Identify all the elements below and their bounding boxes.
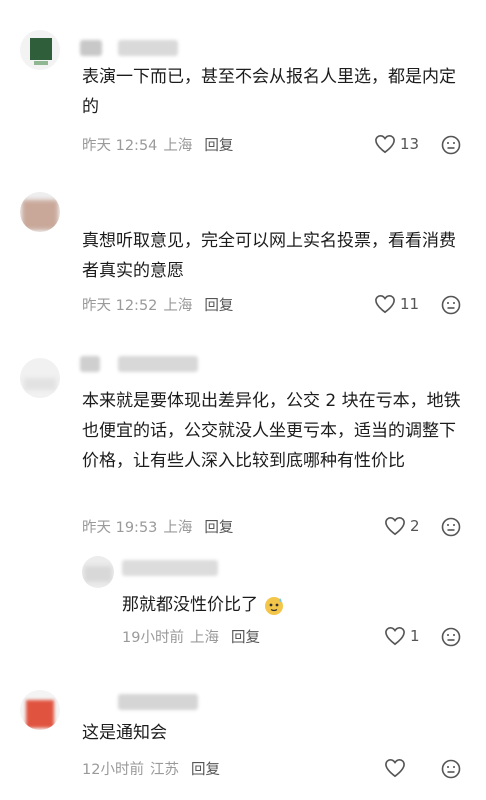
- comment-meta: 19小时前 上海 回复: [122, 626, 266, 647]
- username[interactable]: [118, 694, 198, 710]
- sweating-face-emoji-icon: [265, 597, 284, 615]
- comment-location: 上海: [189, 630, 219, 646]
- comment-date: 昨天 12:54: [82, 138, 158, 154]
- comment-meta: 昨天 12:52 上海 回复: [82, 294, 239, 315]
- avatar[interactable]: [20, 30, 60, 70]
- like-button[interactable]: 13: [374, 134, 419, 154]
- like-count: 11: [400, 295, 420, 313]
- avatar[interactable]: [20, 192, 60, 232]
- like-button[interactable]: 2: [384, 516, 420, 536]
- like-button[interactable]: [384, 758, 406, 778]
- comment-location: 上海: [163, 138, 193, 154]
- comment-location: 上海: [163, 298, 193, 314]
- reply-button[interactable]: 回复: [191, 762, 220, 778]
- comment-meta: 12小时前 江苏 回复: [82, 758, 226, 779]
- username[interactable]: [118, 40, 178, 56]
- dislike-face-icon[interactable]: [441, 759, 461, 779]
- avatar[interactable]: [82, 556, 114, 588]
- comment-date: 12小时前: [82, 762, 144, 778]
- username[interactable]: [80, 40, 102, 56]
- like-button[interactable]: 1: [384, 626, 420, 646]
- comment-meta: 昨天 19:53 上海 回复: [82, 516, 239, 537]
- dislike-face-icon[interactable]: [441, 627, 461, 647]
- comment-text: 本来就是要体现出差异化，公交 2 块在亏本，地铁也便宜的话，公交就没人坐更亏本，…: [82, 391, 461, 471]
- heart-icon: [375, 294, 395, 314]
- like-count: 13: [400, 135, 420, 153]
- comment-date: 昨天 19:53: [82, 520, 158, 536]
- comment-text: 这是通知会: [82, 723, 167, 743]
- avatar[interactable]: [20, 358, 60, 398]
- comment-text: 表演一下而已，甚至不会从报名人里选，都是内定的: [82, 67, 456, 117]
- like-count: 2: [410, 517, 420, 535]
- comment-location: 上海: [163, 520, 193, 536]
- like-button[interactable]: 11: [374, 294, 419, 314]
- heart-icon: [375, 134, 395, 154]
- comment-date: 19小时前: [122, 630, 184, 646]
- heart-icon: [385, 758, 405, 778]
- avatar[interactable]: [20, 690, 60, 730]
- username[interactable]: [80, 356, 100, 372]
- heart-icon: [385, 626, 405, 646]
- comment-meta: 昨天 12:54 上海 回复: [82, 134, 239, 155]
- comment-date: 昨天 12:52: [82, 298, 158, 314]
- dislike-face-icon[interactable]: [441, 517, 461, 537]
- like-count: 1: [410, 627, 420, 645]
- reply-button[interactable]: 回复: [204, 138, 233, 154]
- reply-button[interactable]: 回复: [204, 298, 233, 314]
- comment-location: 江苏: [149, 762, 179, 778]
- username[interactable]: [118, 356, 198, 372]
- reply-button[interactable]: 回复: [231, 630, 260, 646]
- reply-button[interactable]: 回复: [204, 520, 233, 536]
- comment-text: 那就都没性价比了: [122, 590, 422, 620]
- heart-icon: [385, 516, 405, 536]
- dislike-face-icon[interactable]: [441, 135, 461, 155]
- comment-text: 真想听取意见，完全可以网上实名投票，看看消费者真实的意愿: [82, 231, 456, 281]
- username[interactable]: [122, 560, 218, 576]
- dislike-face-icon[interactable]: [441, 295, 461, 315]
